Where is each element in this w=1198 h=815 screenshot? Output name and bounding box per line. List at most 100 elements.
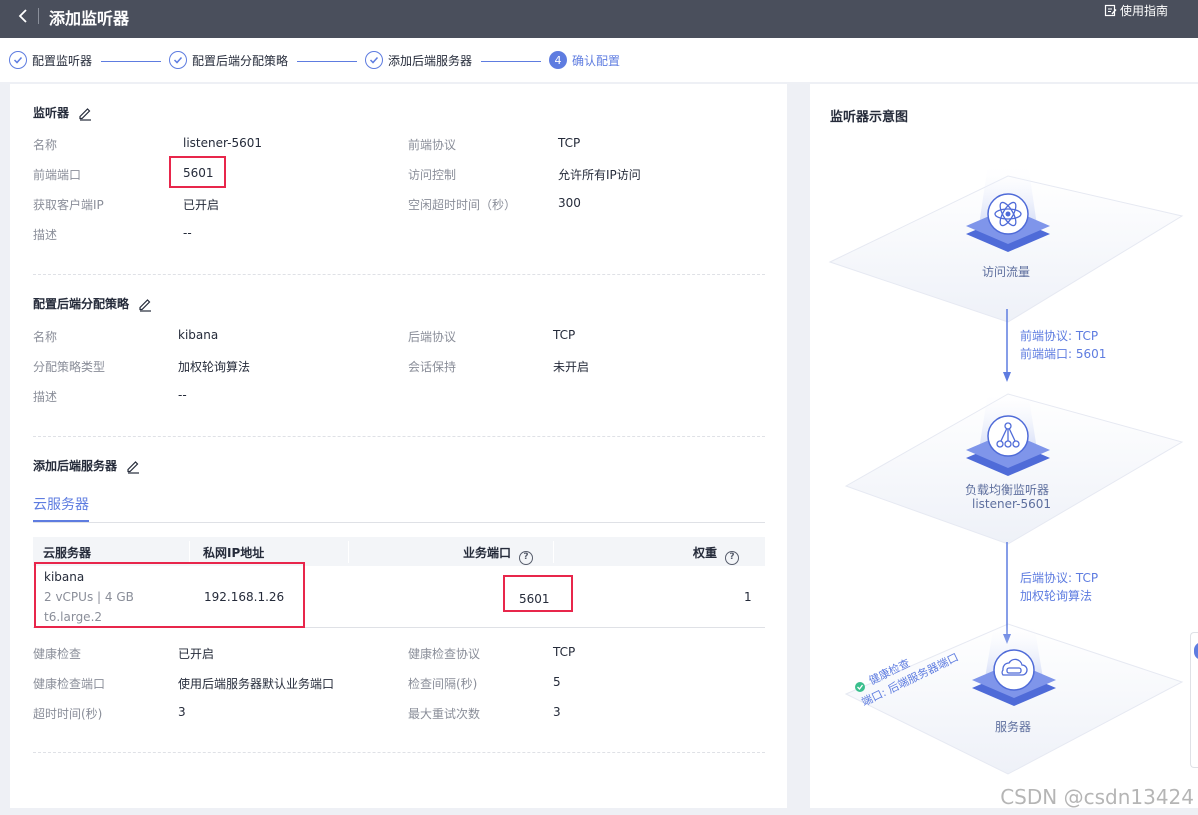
step-connector bbox=[101, 61, 161, 62]
health-check-protocol-value: TCP bbox=[553, 645, 576, 659]
tab-baseline bbox=[33, 522, 765, 523]
policy-desc-value: -- bbox=[178, 388, 187, 402]
confirm-panel: 监听器 名称 listener-5601 前端端口 5601 获取客户端IP 已… bbox=[10, 84, 787, 808]
section-title-text: 添加后端服务器 bbox=[33, 459, 118, 473]
health-check-label: 健康检查 bbox=[33, 647, 82, 661]
step-backend-servers: 添加后端服务器 bbox=[365, 51, 472, 69]
watermark: CSDN @csdn13424 bbox=[1000, 785, 1194, 809]
health-check-port-label: 健康检查端口 bbox=[33, 677, 106, 691]
max-retry-label: 最大重试次数 bbox=[408, 707, 481, 721]
lb-listener-label: listener-5601 bbox=[972, 497, 1052, 511]
check-circle-icon bbox=[169, 51, 187, 69]
col-header-port: 业务端口? bbox=[463, 544, 534, 565]
client-ip-value: 已开启 bbox=[183, 198, 220, 212]
col-header-weight-text: 权重 bbox=[693, 546, 718, 560]
step-bar: 配置监听器 配置后端分配策略 添加后端服务器 4 确认配置 bbox=[0, 38, 1198, 82]
access-control-label: 访问控制 bbox=[408, 168, 457, 182]
step-label: 配置监听器 bbox=[32, 53, 93, 68]
server-weight: 1 bbox=[744, 590, 752, 604]
section-title-text: 监听器 bbox=[33, 106, 70, 120]
section-title-text: 配置后端分配策略 bbox=[33, 297, 130, 311]
backend-protocol-note: 后端协议: TCP bbox=[1020, 571, 1099, 585]
edit-icon[interactable] bbox=[137, 296, 153, 312]
step-configure-listener: 配置监听器 bbox=[9, 51, 92, 69]
highlight-box bbox=[503, 575, 573, 612]
servers-section-title: 添加后端服务器 bbox=[33, 457, 141, 474]
step-connector bbox=[297, 61, 357, 62]
policy-type-value: 加权轮询算法 bbox=[178, 360, 251, 374]
session-sticky-label: 会话保持 bbox=[408, 360, 457, 374]
timeout-value: 3 bbox=[178, 705, 186, 719]
check-circle-icon bbox=[9, 51, 27, 69]
step-label: 添加后端服务器 bbox=[388, 53, 473, 68]
highlight-box bbox=[34, 562, 305, 628]
front-protocol-label: 前端协议 bbox=[408, 138, 457, 152]
title-separator bbox=[38, 8, 39, 24]
listener-desc-value: -- bbox=[183, 226, 192, 240]
col-separator bbox=[553, 541, 554, 563]
policy-name-value: kibana bbox=[178, 328, 219, 342]
server-node-icon bbox=[993, 649, 1035, 691]
timeout-label: 超时时间(秒) bbox=[33, 707, 103, 721]
user-guide-label: 使用指南 bbox=[1119, 4, 1168, 18]
listener-diagram-panel: 监听器示意图 访问流量 前端协议: TCP 前端端口: 5601 负载均衡监听器… bbox=[810, 84, 1198, 808]
front-protocol-note: 前端协议: TCP bbox=[1020, 329, 1099, 343]
session-sticky-value: 未开启 bbox=[553, 360, 590, 374]
chevron-left-icon bbox=[18, 9, 27, 23]
col-header-ip: 私网IP地址 bbox=[203, 546, 265, 560]
col-header-port-text: 业务端口 bbox=[463, 546, 512, 560]
listener-port-label: 前端端口 bbox=[33, 168, 82, 182]
step-label: 配置后端分配策略 bbox=[192, 53, 289, 68]
front-protocol-value: TCP bbox=[558, 136, 581, 150]
lb-label: 负载均衡监听器 bbox=[965, 483, 1050, 497]
help-icon[interactable]: ? bbox=[519, 551, 534, 565]
col-separator bbox=[189, 541, 190, 563]
tab-active-indicator bbox=[33, 520, 89, 522]
policy-name-label: 名称 bbox=[33, 330, 58, 344]
col-header-server: 云服务器 bbox=[43, 546, 92, 560]
top-bar: 添加监听器 使用指南 bbox=[0, 0, 1198, 38]
section-divider bbox=[33, 436, 765, 437]
backend-protocol-label: 后端协议 bbox=[408, 330, 457, 344]
step-label: 确认配置 bbox=[572, 53, 621, 68]
idle-timeout-label: 空闲超时时间（秒） bbox=[408, 198, 517, 212]
step-number: 4 bbox=[549, 51, 567, 69]
policy-section-title: 配置后端分配策略 bbox=[33, 295, 153, 312]
health-check-port-value: 使用后端服务器默认业务端口 bbox=[178, 677, 335, 691]
check-circle-icon bbox=[365, 51, 383, 69]
backend-algorithm-note: 加权轮询算法 bbox=[1020, 589, 1093, 603]
max-retry-value: 3 bbox=[553, 705, 561, 719]
front-port-note: 前端端口: 5601 bbox=[1020, 347, 1107, 361]
col-separator bbox=[348, 541, 349, 563]
step-confirm: 4 确认配置 bbox=[549, 51, 620, 69]
section-divider bbox=[33, 274, 765, 275]
listener-name-label: 名称 bbox=[33, 138, 58, 152]
health-check-value: 已开启 bbox=[178, 647, 215, 661]
check-interval-label: 检查间隔(秒) bbox=[408, 677, 478, 691]
health-check-protocol-label: 健康检查协议 bbox=[408, 647, 481, 661]
edit-icon[interactable] bbox=[77, 105, 93, 121]
listener-name-value: listener-5601 bbox=[183, 136, 263, 150]
step-connector bbox=[481, 61, 541, 62]
listener-desc-label: 描述 bbox=[33, 228, 58, 242]
user-guide-link[interactable]: 使用指南 bbox=[1104, 2, 1168, 19]
client-ip-label: 获取客户端IP bbox=[33, 198, 104, 212]
tab-cloud-servers[interactable]: 云服务器 bbox=[33, 494, 89, 514]
document-edit-icon bbox=[1104, 4, 1117, 17]
listener-port-value: 5601 bbox=[183, 166, 214, 180]
step-backend-policy: 配置后端分配策略 bbox=[169, 51, 288, 69]
col-header-weight: 权重? bbox=[693, 544, 740, 565]
check-interval-value: 5 bbox=[553, 675, 561, 689]
traffic-label: 访问流量 bbox=[982, 265, 1031, 279]
help-icon[interactable]: ? bbox=[725, 551, 740, 565]
back-button[interactable] bbox=[14, 6, 34, 26]
listener-section-title: 监听器 bbox=[33, 104, 93, 121]
idle-timeout-value: 300 bbox=[558, 196, 581, 210]
policy-type-label: 分配策略类型 bbox=[33, 360, 106, 374]
server-label: 服务器 bbox=[995, 720, 1032, 734]
page-title: 添加监听器 bbox=[49, 9, 130, 28]
backend-protocol-value: TCP bbox=[553, 328, 576, 342]
section-divider bbox=[33, 752, 765, 753]
access-control-value: 允许所有IP访问 bbox=[558, 168, 641, 182]
edit-icon[interactable] bbox=[125, 458, 141, 474]
